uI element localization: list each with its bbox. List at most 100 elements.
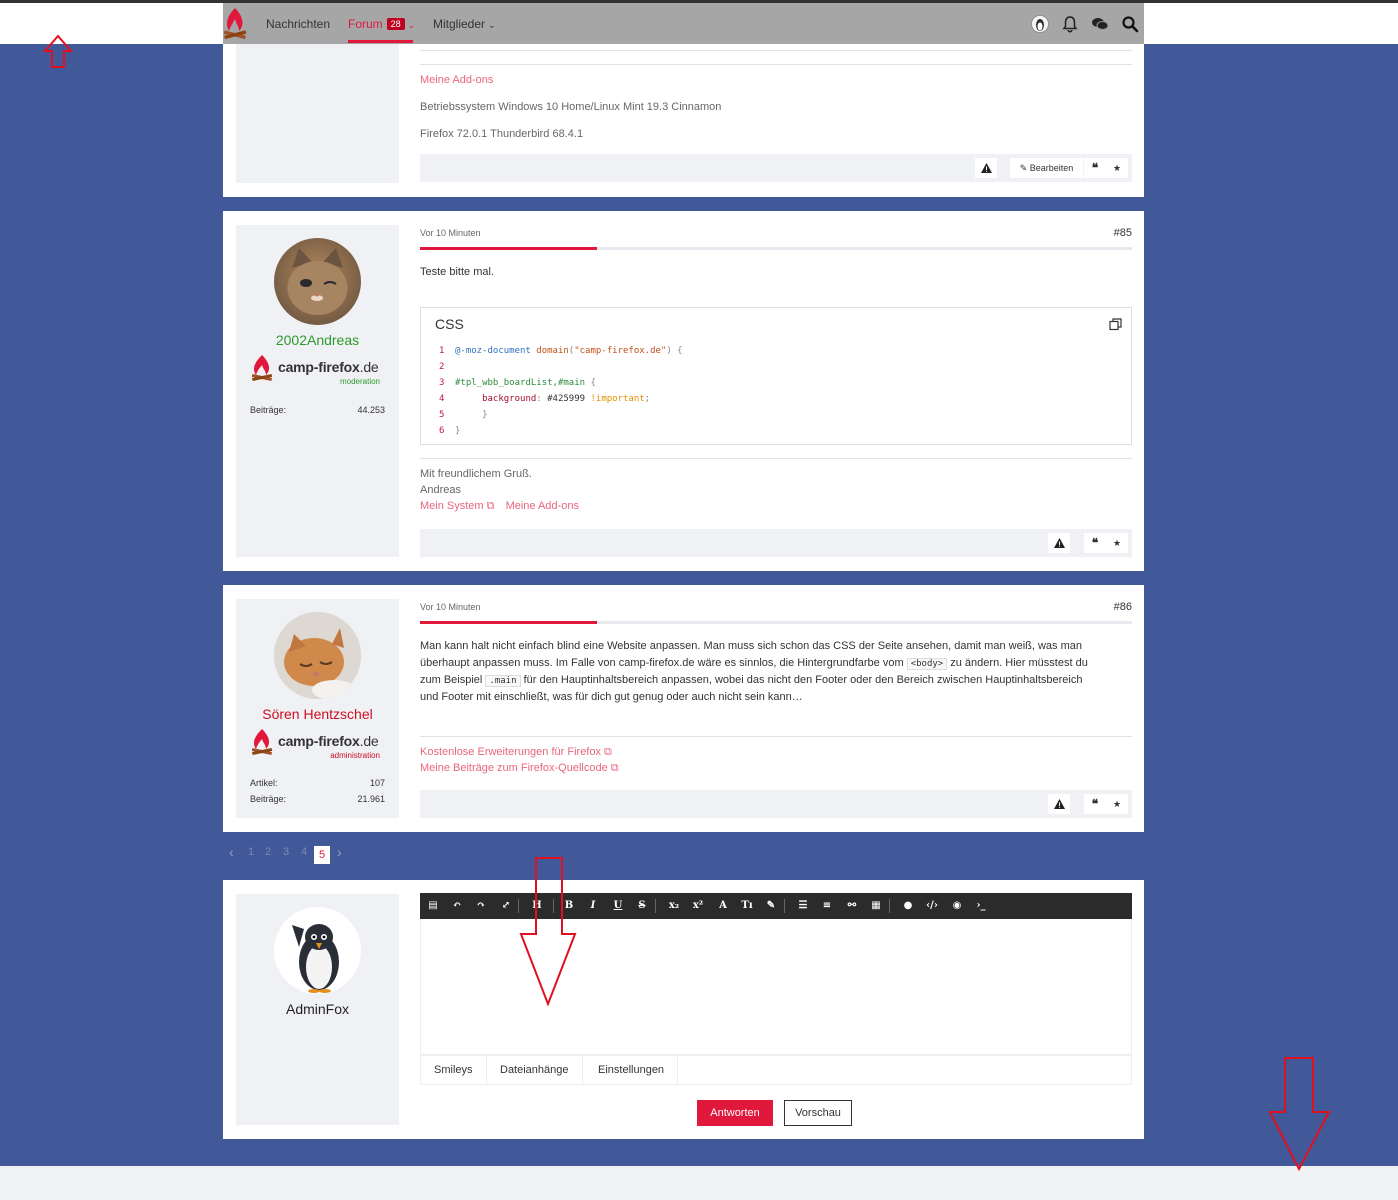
editor-button-icon[interactable]: ↷ — [474, 899, 488, 913]
pagination-prev-icon[interactable]: ‹ — [229, 844, 234, 860]
editor-toolbar: ▤ ↶ ↷ ⤢ H B I U Sx₂ x² A Tı ✎ ☰ ≡ ⚯ ▦ ● ‹/› ◉ ›_ — [420, 893, 1132, 919]
code-token: #tpl_wbb_boardList,#main — [455, 378, 586, 388]
campfire-logo-icon[interactable] — [223, 6, 247, 42]
nav-messages[interactable]: Nachrichten — [266, 17, 330, 31]
toolbar-divider — [889, 899, 890, 913]
code-line: 1 @-moz-document domain("camp-firefox.de"… — [439, 346, 683, 356]
post-previous: Meine Add-ons Betriebssystem Windows 10 … — [223, 44, 1144, 197]
editor-button-icon[interactable]: x² — [691, 899, 705, 913]
like-button[interactable]: ★ — [1106, 158, 1128, 178]
submit-reply-button[interactable]: Antworten — [697, 1100, 773, 1126]
report-button[interactable] — [1048, 533, 1070, 553]
editor-button-icon[interactable]: I — [586, 899, 600, 913]
post-toolbar: ❝ ★ — [420, 790, 1132, 818]
author-sidebar: Sören Hentzschel camp-firefox.de adminis… — [236, 599, 399, 818]
signature-link-system[interactable]: Mein System ⧉ — [420, 500, 495, 512]
pagination-page[interactable]: 2 — [265, 846, 271, 858]
role-label: administration — [330, 751, 380, 760]
post-number[interactable]: #86 — [1114, 601, 1132, 613]
pagination-page[interactable]: 1 — [248, 846, 254, 858]
role-label: moderation — [339, 377, 380, 386]
signature-link-source[interactable]: Meine Beiträge zum Firefox-Quellcode ⧉ — [420, 760, 619, 777]
author-name[interactable]: 2002Andreas — [236, 332, 399, 348]
signature-link-extensions[interactable]: Kostenlose Erweiterungen für Firefox ⧉ — [420, 744, 612, 761]
line-number: 6 — [439, 426, 445, 436]
copy-icon[interactable] — [1109, 318, 1122, 331]
editor-button-icon[interactable]: ☰ — [796, 899, 810, 913]
line-number: 5 — [439, 410, 445, 420]
bell-icon[interactable] — [1061, 15, 1079, 33]
editor-button-icon[interactable]: S — [635, 899, 649, 913]
penguin-avatar-image — [274, 907, 361, 994]
post-time[interactable]: Vor 10 Minuten — [420, 228, 481, 238]
editor-button-icon[interactable]: Tı — [740, 899, 754, 913]
author-sidebar — [236, 44, 399, 183]
editor-button-icon[interactable]: ● — [901, 899, 915, 913]
toolbar-divider — [518, 899, 519, 913]
code-token: ; — [644, 394, 651, 404]
editor-textarea[interactable] — [420, 919, 1132, 1055]
editor-button-icon[interactable]: ▤ — [426, 899, 440, 913]
report-button[interactable] — [1048, 794, 1070, 814]
avatar[interactable] — [274, 612, 361, 699]
tab-attachments[interactable]: Dateianhänge — [487, 1056, 583, 1084]
author-name[interactable]: Sören Hentzschel — [236, 706, 399, 722]
preview-button[interactable]: Vorschau — [784, 1100, 852, 1126]
nav-forum[interactable]: Forum 28 ⌄ — [348, 17, 415, 31]
pagination-next-icon[interactable]: › — [337, 844, 342, 860]
tab-smileys[interactable]: Smileys — [421, 1056, 487, 1084]
editor-button-icon[interactable]: ⤢ — [499, 899, 513, 913]
editor-button-icon[interactable]: B — [562, 899, 576, 913]
like-button[interactable]: ★ — [1106, 533, 1128, 553]
post-number[interactable]: #85 — [1114, 227, 1132, 239]
stat-value: 21.961 — [357, 794, 385, 804]
editor-button-icon[interactable]: H — [530, 899, 544, 913]
external-link-icon: ⧉ — [486, 500, 495, 512]
inline-code: <body> — [906, 658, 948, 670]
like-button[interactable]: ★ — [1106, 794, 1128, 814]
editor-button-icon[interactable]: ›_ — [974, 899, 988, 913]
user-avatar-icon[interactable] — [1031, 15, 1049, 33]
editor-button-icon[interactable]: ↶ — [450, 899, 464, 913]
signature-link-addons[interactable]: Meine Add-ons — [506, 500, 579, 512]
tab-settings[interactable]: Einstellungen — [585, 1056, 679, 1084]
quote-button[interactable]: ❝ — [1084, 533, 1106, 553]
pagination-page[interactable]: 4 — [301, 846, 307, 858]
edit-button[interactable]: ✎ Bearbeiten — [1010, 158, 1083, 178]
editor-button-icon[interactable]: ◉ — [950, 899, 964, 913]
editor-button-icon[interactable]: A — [716, 899, 730, 913]
footer-band — [0, 1166, 1398, 1200]
nav-active-underline — [348, 40, 413, 43]
editor-button-icon[interactable]: ▦ — [869, 899, 883, 913]
quote-button[interactable]: ❝ — [1084, 794, 1106, 814]
line-number: 3 — [439, 378, 445, 388]
signature-line: Betriebssystem Windows 10 Home/Linux Min… — [420, 101, 722, 113]
nav-forum-label: Forum — [348, 17, 383, 31]
editor-button-icon[interactable]: ≡ — [820, 899, 834, 913]
stat-articles: Artikel: 107 — [250, 778, 385, 788]
editor-button-icon[interactable]: U — [611, 899, 625, 913]
search-icon[interactable] — [1121, 15, 1139, 33]
signature-link-addons[interactable]: Meine Add-ons — [420, 72, 493, 89]
code-block: CSS 1 @-moz-document domain("camp-firefox… — [420, 307, 1132, 445]
post-85: 2002Andreas camp-firefox.de moderation B… — [223, 211, 1144, 571]
post-time[interactable]: Vor 10 Minuten — [420, 602, 481, 612]
code-line: 6} — [439, 426, 460, 436]
editor-button-icon[interactable]: ✎ — [764, 899, 778, 913]
brand-logo: camp-firefox.de administration — [250, 729, 390, 761]
editor-button-icon[interactable]: ‹/› — [925, 899, 939, 913]
post-text-line: überhaupt anpassen muss. Im Falle von ca… — [420, 657, 1088, 670]
quote-button[interactable]: ❝ — [1084, 158, 1106, 178]
avatar[interactable] — [274, 238, 361, 325]
post-text-line: zum Beispiel .main für den Hauptinhaltsb… — [420, 674, 1083, 687]
warning-icon — [980, 163, 992, 173]
nav-members[interactable]: Mitglieder ⌄ — [433, 17, 496, 31]
external-link-icon: ⧉ — [604, 746, 612, 758]
editor-button-icon[interactable]: ⚯ — [845, 899, 859, 913]
code-token: "camp-firefox.de" — [574, 346, 667, 356]
pagination-page[interactable]: 3 — [283, 846, 289, 858]
conversations-icon[interactable] — [1091, 15, 1109, 33]
report-button[interactable] — [975, 158, 997, 178]
editor-button-icon[interactable]: x₂ — [667, 899, 681, 913]
pagination-current-page[interactable]: 5 — [314, 846, 330, 864]
